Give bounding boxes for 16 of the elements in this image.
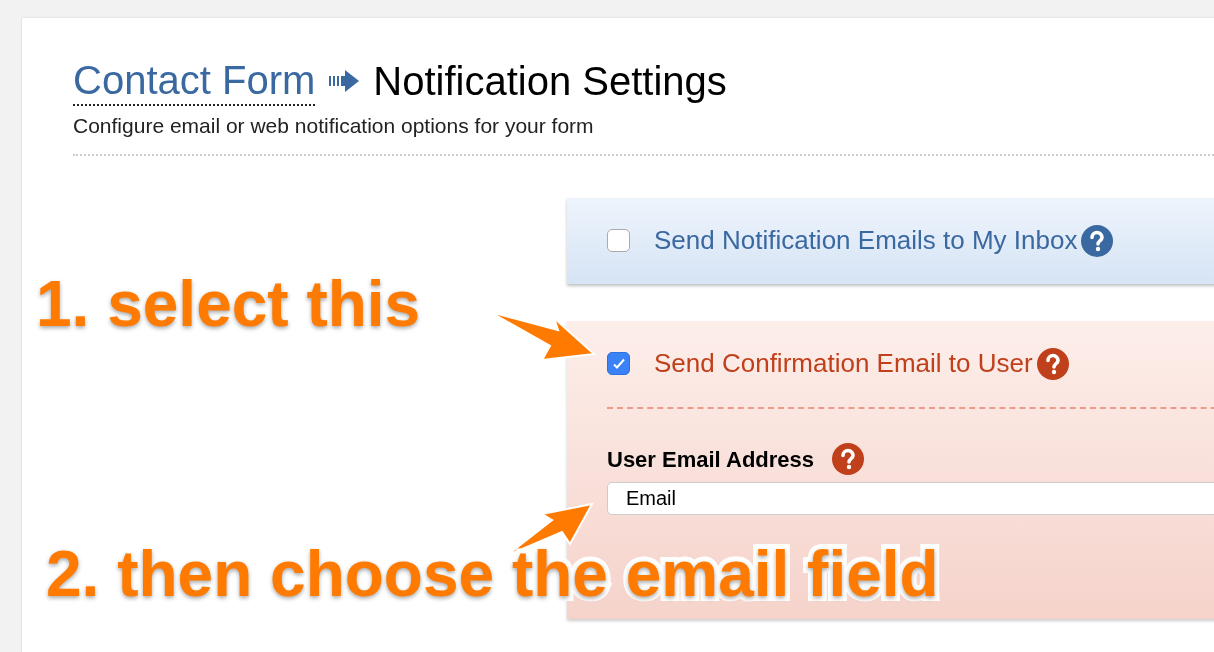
arrow-icon — [329, 70, 360, 92]
page-title: Notification Settings — [373, 58, 727, 105]
checkbox[interactable] — [607, 229, 630, 252]
field-label: User Email Address — [607, 445, 815, 474]
annotation-text: 1. select this — [36, 268, 421, 340]
help-icon[interactable] — [1036, 347, 1069, 380]
annotation-text: 2. then choose the email field — [46, 538, 939, 610]
option-label: Send Confirmation Email to User — [654, 347, 1033, 380]
breadcrumb-link[interactable]: Contact Form — [73, 56, 316, 106]
help-icon[interactable] — [1081, 224, 1114, 257]
check-icon — [611, 356, 626, 371]
checkbox[interactable] — [607, 352, 630, 375]
help-icon[interactable] — [832, 443, 865, 475]
option-label: Send Notification Emails to My Inbox — [654, 224, 1078, 257]
email-select[interactable]: Email — [607, 481, 1214, 515]
page-subtitle: Configure email or web notification options for your form — [73, 113, 595, 139]
